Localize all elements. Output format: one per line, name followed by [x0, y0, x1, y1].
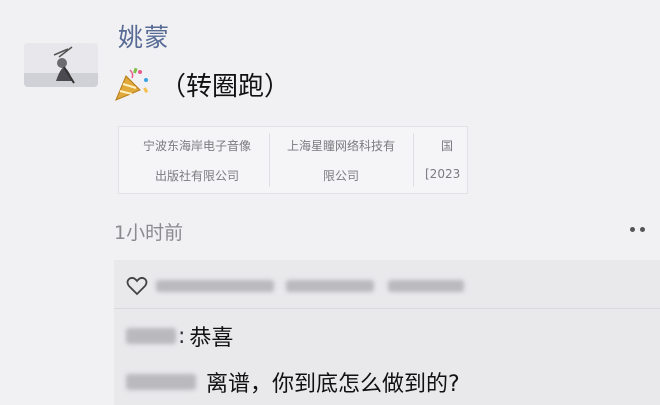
link-card-text: 国: [441, 139, 454, 153]
blurred-commenter-name: [126, 328, 176, 344]
avatar[interactable]: [24, 43, 98, 87]
column-divider: [269, 133, 270, 187]
comment-separator: :: [178, 323, 186, 349]
comment-item[interactable]: : 恭喜: [126, 322, 234, 351]
post-content: （转圈跑）: [110, 64, 290, 104]
comment-text: 离谱，你到底怎么做到的?: [206, 372, 460, 397]
link-card-text: 限公司: [322, 169, 359, 183]
heart-outline-icon: [126, 276, 148, 296]
blurred-liker-name: [156, 280, 274, 292]
comment-item[interactable]: 离谱，你到底怎么做到的?: [126, 368, 460, 397]
likes-row: [126, 274, 464, 298]
link-card-text: 上海星瞳网络科技有: [286, 139, 395, 153]
post-author-name[interactable]: 姚蒙: [118, 18, 170, 54]
link-card-column: 上海星瞳网络科技有 限公司: [271, 127, 411, 193]
link-card-text: [2023: [425, 167, 461, 181]
post-text: （转圈跑）: [160, 71, 291, 102]
post-timestamp: 1小时前: [114, 222, 184, 244]
link-card-column: 宁波东海岸电子音像 出版社有限公司: [127, 127, 267, 193]
party-popper-icon: [110, 64, 154, 104]
blurred-liker-name: [388, 280, 464, 292]
comment-text: 恭喜: [189, 326, 234, 351]
link-card-text: 宁波东海岸电子音像: [142, 139, 251, 153]
divider: [114, 308, 660, 309]
likes-comments-panel: : 恭喜 离谱，你到底怎么做到的?: [114, 260, 660, 405]
link-card-column: 国 [2023: [415, 127, 467, 193]
more-dot-icon: [639, 226, 645, 232]
more-options-button[interactable]: [620, 216, 654, 242]
link-card-text: 出版社有限公司: [154, 169, 239, 183]
link-card[interactable]: 宁波东海岸电子音像 出版社有限公司 上海星瞳网络科技有 限公司 国 [2023: [118, 126, 468, 194]
blurred-liker-name: [286, 280, 374, 292]
column-divider: [413, 133, 414, 187]
more-dot-icon: [629, 226, 635, 232]
blurred-commenter-name: [126, 374, 196, 390]
avatar-image: [24, 43, 98, 87]
